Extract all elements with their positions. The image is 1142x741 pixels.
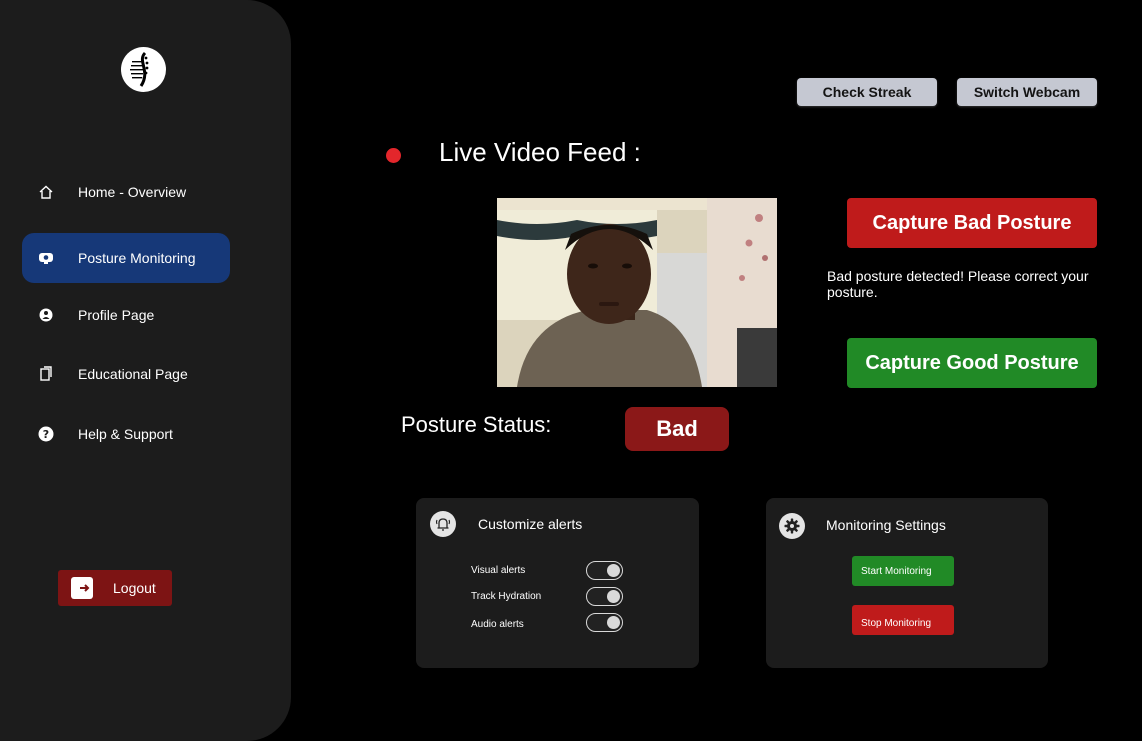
visual-alerts-label: Visual alerts xyxy=(471,565,526,576)
user-circle-icon xyxy=(37,306,55,324)
sidebar-item-label: Posture Monitoring xyxy=(78,250,196,266)
bell-icon xyxy=(430,511,456,537)
home-icon xyxy=(37,183,55,201)
visual-alerts-toggle[interactable] xyxy=(586,561,623,580)
sidebar-item-label: Educational Page xyxy=(78,366,188,382)
monitoring-settings-title: Monitoring Settings xyxy=(826,517,946,533)
sidebar-item-label: Profile Page xyxy=(78,307,155,323)
webcam-video-feed xyxy=(497,198,777,387)
toggle-knob xyxy=(607,590,620,603)
audio-alerts-label: Audio alerts xyxy=(471,619,524,630)
sidebar-item-posture-monitoring[interactable]: Posture Monitoring xyxy=(22,233,230,283)
posture-status-label: Posture Status: xyxy=(401,412,552,437)
customize-alerts-title: Customize alerts xyxy=(478,516,583,532)
svg-text:?: ? xyxy=(43,428,49,441)
toggle-knob xyxy=(607,616,620,629)
sidebar-item-help[interactable]: ? Help & Support xyxy=(22,409,230,459)
sidebar-item-educational[interactable]: Educational Page xyxy=(22,349,230,399)
spine-logo xyxy=(121,47,166,92)
start-monitoring-button[interactable]: Start Monitoring xyxy=(852,556,954,586)
posture-warning-text: Bad posture detected! Please correct you… xyxy=(827,268,1089,300)
sidebar-item-profile[interactable]: Profile Page xyxy=(22,290,230,340)
switch-webcam-button[interactable]: Switch Webcam xyxy=(957,78,1097,106)
toggle-knob xyxy=(607,564,620,577)
sidebar-item-label: Home - Overview xyxy=(78,184,187,200)
check-streak-button[interactable]: Check Streak xyxy=(797,78,937,106)
question-icon: ? xyxy=(37,425,55,443)
sidebar-item-home[interactable]: Home - Overview xyxy=(22,167,230,217)
track-hydration-label: Track Hydration xyxy=(471,591,542,602)
sidebar: Home - Overview Posture Monitoring Profi… xyxy=(0,0,291,741)
monitoring-settings-card: Monitoring Settings Start Monitoring Sto… xyxy=(766,498,1048,668)
logout-icon xyxy=(71,577,93,599)
logout-label: Logout xyxy=(113,580,156,596)
webcam-icon xyxy=(37,249,55,267)
customize-alerts-card: Customize alerts Visual alerts Track Hyd… xyxy=(416,498,699,668)
capture-bad-posture-button[interactable]: Capture Bad Posture xyxy=(847,198,1097,248)
audio-alerts-toggle[interactable] xyxy=(586,613,623,632)
sidebar-item-label: Help & Support xyxy=(78,426,173,442)
capture-good-posture-button[interactable]: Capture Good Posture xyxy=(847,338,1097,388)
track-hydration-toggle[interactable] xyxy=(586,587,623,606)
gear-icon xyxy=(779,513,805,539)
live-feed-title: Live Video Feed : xyxy=(439,137,641,167)
recording-indicator xyxy=(386,148,401,163)
stop-monitoring-button[interactable]: Stop Monitoring xyxy=(852,605,954,635)
document-icon xyxy=(37,365,55,383)
logout-button[interactable]: Logout xyxy=(58,570,172,606)
posture-status-badge: Bad xyxy=(625,407,729,451)
